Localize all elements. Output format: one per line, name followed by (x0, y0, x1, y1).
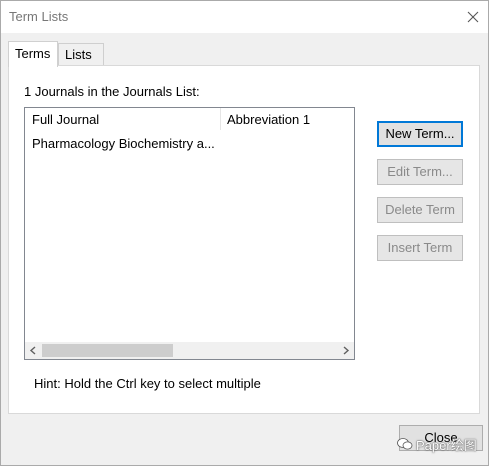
edit-term-button[interactable]: Edit Term... (377, 159, 463, 185)
list-item[interactable]: Pharmacology Biochemistry a... (32, 136, 215, 151)
delete-term-button[interactable]: Delete Term (377, 197, 463, 223)
watermark-text: Paper绘图 (416, 437, 477, 453)
column-header-full-journal[interactable]: Full Journal (32, 112, 99, 127)
tab-lists[interactable]: Lists (58, 43, 104, 66)
list-caption: 1 Journals in the Journals List: (24, 84, 200, 99)
tab-strip: Terms Lists (8, 41, 108, 67)
insert-term-button[interactable]: Insert Term (377, 235, 463, 261)
wechat-icon (397, 437, 413, 451)
chevron-right-icon[interactable] (337, 342, 354, 359)
term-lists-dialog: Term Lists Terms Lists 1 Journals in the… (0, 0, 489, 466)
terms-panel: 1 Journals in the Journals List: Full Jo… (8, 65, 480, 414)
column-divider[interactable] (220, 108, 221, 130)
window-title: Term Lists (9, 9, 69, 24)
horizontal-scrollbar[interactable] (25, 342, 354, 359)
journal-list[interactable]: Full Journal Abbreviation 1 Pharmacology… (24, 107, 355, 360)
watermark: Paper绘图 (397, 435, 477, 453)
tab-terms[interactable]: Terms (8, 41, 58, 67)
hint-text: Hint: Hold the Ctrl key to select multip… (34, 376, 261, 391)
close-icon[interactable] (463, 7, 483, 27)
new-term-button[interactable]: New Term... (377, 121, 463, 147)
scrollbar-thumb[interactable] (42, 344, 173, 357)
title-bar: Term Lists (1, 1, 488, 33)
chevron-left-icon[interactable] (25, 342, 42, 359)
column-header-abbreviation[interactable]: Abbreviation 1 (227, 112, 310, 127)
